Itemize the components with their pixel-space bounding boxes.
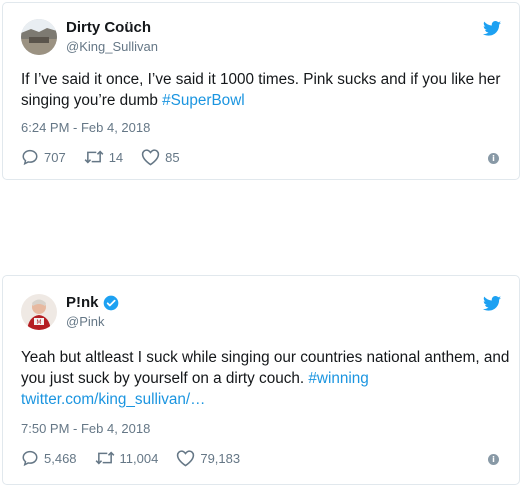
tweet-header: Dirty Coüch @King_Sullivan [21,19,158,55]
tweet-text-body: If I’ve said it once, I’ve said it 1000 … [21,71,501,109]
retweet-count: 11,004 [119,450,159,466]
user-handle[interactable]: @Pink [66,314,119,330]
tweet-text: Yeah but altleast I suck while singing o… [21,347,511,410]
like-count: 85 [165,149,180,165]
twitter-bird-icon[interactable] [483,21,501,36]
avatar[interactable]: M [21,294,57,330]
tweet-text-body: Yeah but altleast I suck while singing o… [21,349,510,387]
tweet-header: M P!nk @Pink [21,294,119,330]
tweet-actions: 5,468 11,004 79,183 [21,449,258,467]
like-count: 79,183 [200,450,241,466]
heart-icon [177,450,195,467]
url-link[interactable]: twitter.com/king_sullivan/… [21,391,205,408]
tweet-card[interactable]: Dirty Coüch @King_Sullivan If I’ve said … [2,2,520,180]
verified-badge-icon [103,295,118,311]
retweet-button[interactable]: 14 [84,148,123,166]
user-names: Dirty Coüch @King_Sullivan [66,19,158,55]
avatar[interactable] [21,19,57,55]
retweet-count: 14 [108,149,124,165]
like-button[interactable]: 85 [141,148,180,166]
reply-button[interactable]: 5,468 [21,449,77,467]
hashtag-link[interactable]: #winning [308,370,368,387]
display-name[interactable]: Dirty Coüch [66,19,158,37]
tweet-timestamp[interactable]: 6:24 PM - Feb 4, 2018 [21,120,150,135]
info-icon[interactable]: i [488,153,499,164]
tweet-timestamp[interactable]: 7:50 PM - Feb 4, 2018 [21,421,150,436]
reply-icon [22,450,38,467]
tweet-card[interactable]: M P!nk @Pink Yeah but altleast I suck wh… [2,275,520,485]
like-button[interactable]: 79,183 [176,449,240,467]
tweet-text: If I’ve said it once, I’ve said it 1000 … [21,69,511,111]
reply-count: 707 [44,149,66,165]
display-name[interactable]: P!nk [66,294,119,312]
reply-count: 5,468 [44,450,77,466]
hashtag-link[interactable]: #SuperBowl [162,92,244,109]
user-names: P!nk @Pink [66,294,119,330]
retweet-button[interactable]: 11,004 [95,449,159,467]
svg-text:M: M [36,319,41,326]
reply-button[interactable]: 707 [21,148,66,166]
retweet-icon [95,451,114,465]
heart-icon [141,149,160,166]
tweet-actions: 707 14 85 [21,148,198,166]
display-name-text[interactable]: P!nk [66,294,99,312]
twitter-bird-icon[interactable] [483,296,501,311]
reply-icon [22,149,38,166]
retweet-icon [84,150,104,164]
user-handle[interactable]: @King_Sullivan [66,39,158,55]
info-icon[interactable]: i [488,454,499,465]
display-name-text[interactable]: Dirty Coüch [66,19,151,37]
